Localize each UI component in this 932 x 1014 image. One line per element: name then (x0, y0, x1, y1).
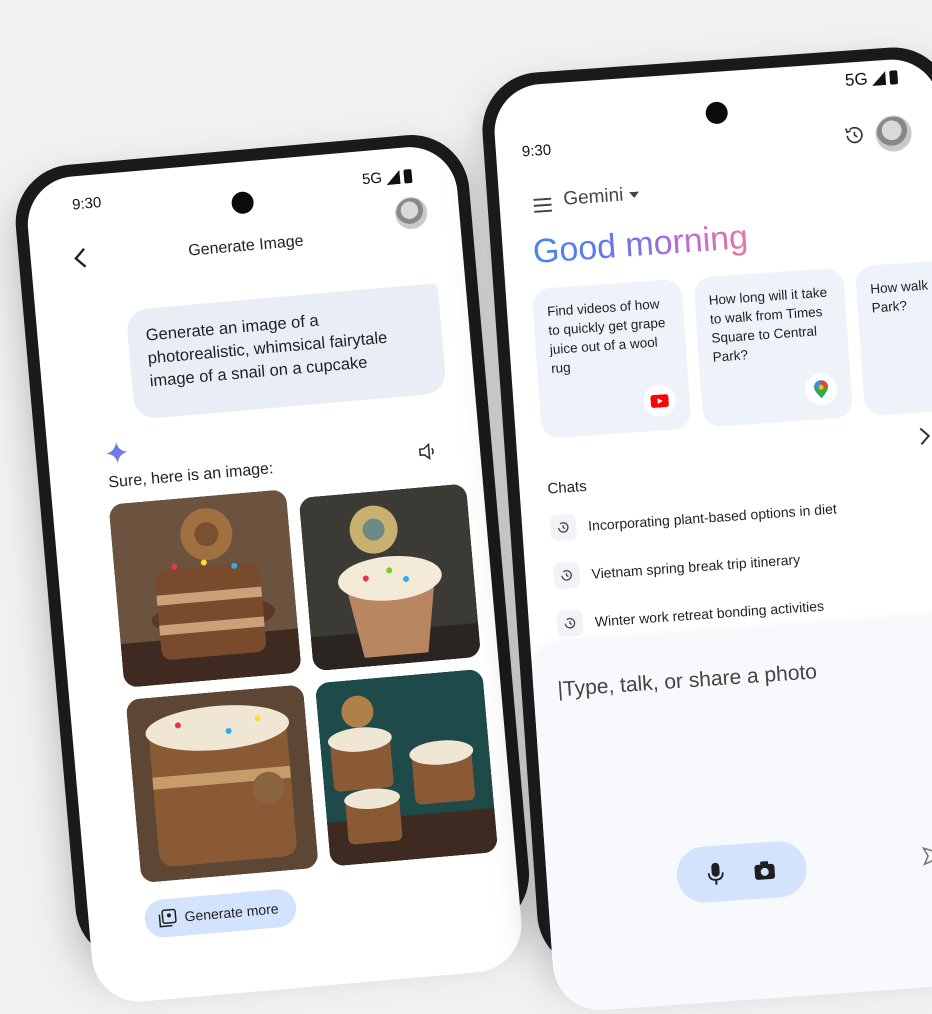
suggestion-text: How walk Squa Park? (869, 275, 932, 316)
network-label: 5G (844, 69, 869, 90)
network-indicator: 5G (844, 67, 899, 91)
status-time: 9:30 (521, 141, 552, 161)
page-title: Generate Image (187, 232, 305, 260)
menu-icon[interactable] (533, 197, 553, 213)
composer: |Type, talk, or share a photo (530, 615, 932, 1014)
greeting: Good morning (531, 218, 750, 271)
status-time: 9:30 (71, 194, 103, 214)
generated-image-3[interactable] (125, 684, 319, 884)
chat-title: Winter work retreat bonding activities (594, 597, 825, 630)
chat-item[interactable]: Incorporating plant-based options in die… (549, 493, 838, 545)
camera-icon[interactable] (753, 860, 776, 881)
avatar[interactable] (874, 114, 913, 153)
generate-more-button[interactable]: Generate more (143, 887, 299, 939)
chat-item[interactable]: Vietnam spring break trip itinerary (552, 543, 802, 592)
battery-icon (889, 70, 899, 85)
history-icon (556, 609, 584, 638)
network-indicator: 5G (361, 167, 413, 189)
microphone-icon[interactable] (707, 862, 724, 885)
battery-icon (403, 168, 413, 184)
suggestion-card-3[interactable]: How walk Squa Park? (854, 256, 932, 417)
response-text: Sure, here is an image: (107, 460, 275, 492)
right-phone: 9:30 5G Gemini Good morning Find videos … (478, 43, 932, 1014)
generate-image-icon (158, 908, 177, 928)
user-prompt-bubble: Generate an image of a photorealistic, w… (125, 283, 447, 420)
left-phone: 9:30 5G Generate Image Generate an image… (10, 130, 534, 1006)
chevron-down-icon (629, 191, 640, 198)
generated-image-1[interactable] (108, 489, 302, 688)
generated-image-4[interactable] (314, 668, 499, 867)
voice-camera-pill (674, 839, 809, 905)
send-icon[interactable] (921, 842, 932, 870)
generated-images-grid (108, 473, 500, 884)
speaker-icon[interactable] (417, 442, 438, 462)
suggestion-card-1[interactable]: Find videos of how to quickly get grape … (531, 278, 692, 439)
app-switcher[interactable]: Gemini (563, 183, 641, 210)
history-icon (552, 561, 581, 590)
suggestion-cards: Find videos of how to quickly get grape … (531, 256, 932, 439)
chevron-right-icon[interactable] (918, 426, 931, 447)
chat-title: Incorporating plant-based options in die… (587, 500, 838, 534)
signal-icon (386, 169, 401, 185)
generated-image-2[interactable] (298, 483, 482, 672)
maps-pin-icon (804, 372, 839, 407)
composer-input[interactable]: |Type, talk, or share a photo (557, 660, 818, 702)
suggestion-text: Find videos of how to quickly get grape … (546, 296, 666, 377)
chat-title: Vietnam spring break trip itinerary (590, 551, 801, 582)
youtube-icon (642, 383, 677, 418)
app-name: Gemini (562, 184, 625, 210)
history-icon (549, 513, 578, 542)
sparkle-icon (105, 441, 128, 464)
left-phone-screen: 9:30 5G Generate Image Generate an image… (23, 143, 526, 1006)
network-label: 5G (361, 169, 383, 189)
chats-heading: Chats (546, 477, 588, 498)
generate-more-label: Generate more (183, 900, 280, 925)
right-phone-screen: 9:30 5G Gemini Good morning Find videos … (491, 56, 932, 1014)
signal-icon (872, 71, 887, 86)
suggestion-text: How long will it take to walk from Times… (708, 284, 828, 365)
history-icon[interactable] (843, 124, 866, 147)
suggestion-card-2[interactable]: How long will it take to walk from Times… (693, 267, 854, 428)
